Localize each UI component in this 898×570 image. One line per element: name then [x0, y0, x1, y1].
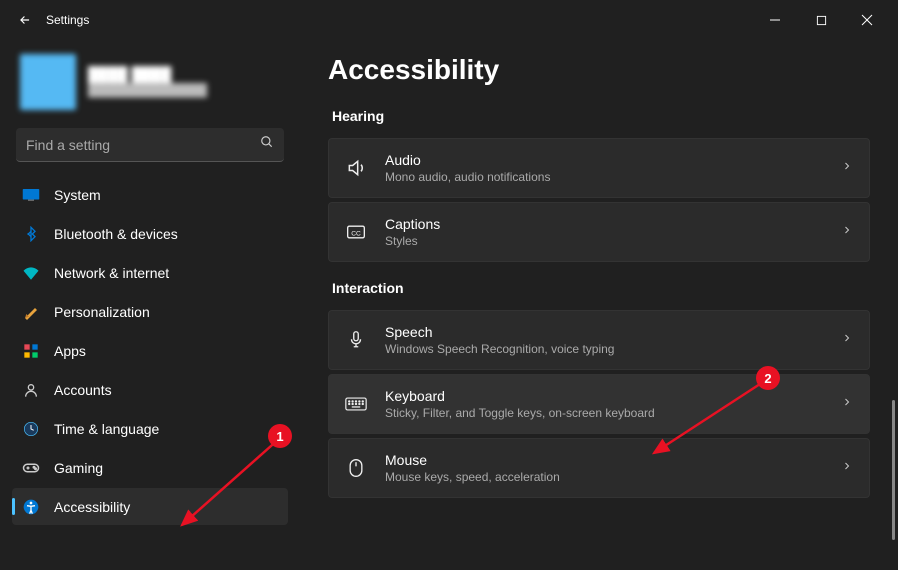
sidebar-item-label: Time & language — [54, 421, 159, 437]
mouse-icon — [345, 458, 367, 478]
gaming-icon — [22, 459, 40, 477]
personalization-icon — [22, 303, 40, 321]
back-button[interactable] — [8, 3, 42, 37]
page-title: Accessibility — [328, 54, 870, 86]
main-content: Accessibility Hearing Audio Mono audio, … — [300, 40, 898, 570]
sidebar-item-label: Apps — [54, 343, 86, 359]
sidebar: ████ ████ ██████████████ System Bluetoot… — [0, 40, 300, 570]
card-title: Speech — [385, 324, 823, 340]
card-subtitle: Styles — [385, 234, 823, 248]
card-title: Captions — [385, 216, 823, 232]
chevron-right-icon — [841, 331, 853, 349]
speech-icon — [345, 330, 367, 350]
chevron-right-icon — [841, 159, 853, 177]
card-title: Audio — [385, 152, 823, 168]
accessibility-icon — [22, 498, 40, 516]
card-subtitle: Windows Speech Recognition, voice typing — [385, 342, 823, 356]
close-button[interactable] — [844, 4, 890, 36]
sidebar-item-label: System — [54, 187, 101, 203]
search-icon — [260, 135, 274, 154]
card-subtitle: Mouse keys, speed, acceleration — [385, 470, 823, 484]
maximize-button[interactable] — [798, 4, 844, 36]
profile-name: ████ ████ — [88, 66, 207, 84]
audio-icon — [345, 158, 367, 178]
card-audio[interactable]: Audio Mono audio, audio notifications — [328, 138, 870, 198]
annotation-badge-1: 1 — [268, 424, 292, 448]
system-icon — [22, 186, 40, 204]
search-input[interactable] — [26, 137, 260, 153]
sidebar-item-label: Bluetooth & devices — [54, 226, 178, 242]
minimize-button[interactable] — [752, 4, 798, 36]
sidebar-item-label: Accessibility — [54, 499, 130, 515]
network-icon — [22, 264, 40, 282]
sidebar-item-label: Personalization — [54, 304, 150, 320]
sidebar-item-label: Network & internet — [54, 265, 169, 281]
keyboard-icon — [345, 396, 367, 412]
accounts-icon — [22, 381, 40, 399]
sidebar-item-time[interactable]: Time & language — [12, 410, 288, 447]
captions-icon: CC — [345, 224, 367, 240]
scrollbar-thumb[interactable] — [892, 400, 895, 540]
chevron-right-icon — [841, 459, 853, 477]
card-subtitle: Sticky, Filter, and Toggle keys, on-scre… — [385, 406, 823, 420]
card-title: Mouse — [385, 452, 823, 468]
chevron-right-icon — [841, 395, 853, 413]
sidebar-item-network[interactable]: Network & internet — [12, 254, 288, 291]
sidebar-item-system[interactable]: System — [12, 176, 288, 213]
sidebar-item-personalization[interactable]: Personalization — [12, 293, 288, 330]
svg-text:CC: CC — [351, 230, 361, 237]
card-speech[interactable]: Speech Windows Speech Recognition, voice… — [328, 310, 870, 370]
profile-block[interactable]: ████ ████ ██████████████ — [12, 48, 288, 124]
sidebar-item-label: Accounts — [54, 382, 112, 398]
section-heading-hearing: Hearing — [332, 108, 870, 124]
profile-email: ██████████████ — [88, 83, 207, 98]
nav-list: System Bluetooth & devices Network & int… — [12, 176, 288, 525]
sidebar-item-bluetooth[interactable]: Bluetooth & devices — [12, 215, 288, 252]
sidebar-item-accessibility[interactable]: Accessibility — [12, 488, 288, 525]
apps-icon — [22, 342, 40, 360]
card-keyboard[interactable]: Keyboard Sticky, Filter, and Toggle keys… — [328, 374, 870, 434]
bluetooth-icon — [22, 225, 40, 243]
time-icon — [22, 420, 40, 438]
sidebar-item-apps[interactable]: Apps — [12, 332, 288, 369]
search-box[interactable] — [16, 128, 284, 162]
sidebar-item-gaming[interactable]: Gaming — [12, 449, 288, 486]
scrollbar[interactable] — [890, 400, 896, 560]
card-captions[interactable]: CC Captions Styles — [328, 202, 870, 262]
card-subtitle: Mono audio, audio notifications — [385, 170, 823, 184]
sidebar-item-accounts[interactable]: Accounts — [12, 371, 288, 408]
avatar — [20, 54, 76, 110]
annotation-badge-2: 2 — [756, 366, 780, 390]
section-heading-interaction: Interaction — [332, 280, 870, 296]
chevron-right-icon — [841, 223, 853, 241]
sidebar-item-label: Gaming — [54, 460, 103, 476]
card-mouse[interactable]: Mouse Mouse keys, speed, acceleration — [328, 438, 870, 498]
window-title: Settings — [46, 13, 752, 27]
card-title: Keyboard — [385, 388, 823, 404]
